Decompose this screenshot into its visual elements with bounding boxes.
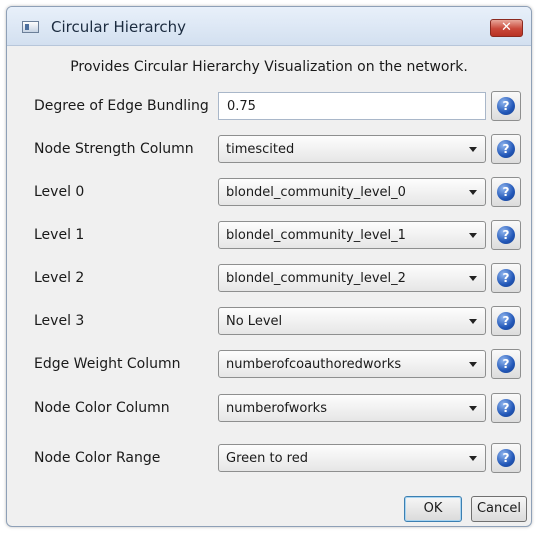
field-row-edge-bundling: Degree of Edge Bundling ? [7,91,531,121]
window-app-icon [22,21,39,33]
level-1-select[interactable]: blondel_community_level_1 [218,221,486,249]
level-2-label: Level 2 [34,270,85,286]
level-2-help-button[interactable]: ? [491,263,521,293]
field-row-node-strength: Node Strength Column timescited ? [7,134,531,164]
node-strength-value: timescited [226,142,295,157]
help-icon: ? [497,449,515,467]
node-color-column-help-button[interactable]: ? [491,393,521,423]
node-color-column-label: Node Color Column [34,400,170,416]
ok-button[interactable]: OK [404,496,462,522]
field-row-level-0: Level 0 blondel_community_level_0 ? [7,177,531,207]
node-color-range-value: Green to red [226,451,308,466]
level-3-label: Level 3 [34,313,85,329]
chevron-down-icon [469,147,477,152]
node-strength-help-button[interactable]: ? [491,134,521,164]
chevron-down-icon [469,190,477,195]
edge-weight-label: Edge Weight Column [34,356,181,372]
title-bar[interactable]: Circular Hierarchy ✕ [7,7,531,46]
help-icon: ? [497,399,515,417]
help-icon: ? [497,140,515,158]
field-row-node-color-range: Node Color Range Green to red ? [7,443,531,473]
edge-weight-select[interactable]: numberofcoauthoredworks [218,350,486,378]
close-button[interactable]: ✕ [490,19,523,37]
edge-bundling-help-button[interactable]: ? [491,91,521,121]
node-color-range-label: Node Color Range [34,450,161,466]
help-icon: ? [497,269,515,287]
level-2-value: blondel_community_level_2 [226,271,406,286]
level-1-help-button[interactable]: ? [491,220,521,250]
level-1-value: blondel_community_level_1 [226,228,406,243]
dialog-description: Provides Circular Hierarchy Visualizatio… [70,59,468,75]
level-3-select[interactable]: No Level [218,307,486,335]
field-row-level-3: Level 3 No Level ? [7,306,531,336]
node-strength-select[interactable]: timescited [218,135,486,163]
level-0-help-button[interactable]: ? [491,177,521,207]
help-icon: ? [497,226,515,244]
field-row-level-2: Level 2 blondel_community_level_2 ? [7,263,531,293]
level-3-help-button[interactable]: ? [491,306,521,336]
chevron-down-icon [469,456,477,461]
level-3-value: No Level [226,314,283,329]
level-2-select[interactable]: blondel_community_level_2 [218,264,486,292]
window-title: Circular Hierarchy [51,18,187,36]
node-color-range-help-button[interactable]: ? [491,443,521,473]
node-color-column-select[interactable]: numberofworks [218,394,486,422]
cancel-button[interactable]: Cancel [471,496,527,522]
chevron-down-icon [469,233,477,238]
edge-weight-value: numberofcoauthoredworks [226,357,402,372]
help-icon: ? [497,97,515,115]
chevron-down-icon [469,362,477,367]
field-row-edge-weight: Edge Weight Column numberofcoauthoredwor… [7,349,531,379]
field-row-node-color-column: Node Color Column numberofworks ? [7,393,531,423]
level-0-label: Level 0 [34,184,85,200]
node-color-range-select[interactable]: Green to red [218,444,486,472]
level-0-select[interactable]: blondel_community_level_0 [218,178,486,206]
help-icon: ? [497,183,515,201]
field-row-level-1: Level 1 blondel_community_level_1 ? [7,220,531,250]
chevron-down-icon [469,276,477,281]
level-1-label: Level 1 [34,227,85,243]
circular-hierarchy-dialog: Circular Hierarchy ✕ Provides Circular H… [6,6,532,527]
edge-weight-help-button[interactable]: ? [491,349,521,379]
edge-bundling-input[interactable] [218,92,486,120]
chevron-down-icon [469,406,477,411]
node-strength-label: Node Strength Column [34,141,194,157]
chevron-down-icon [469,319,477,324]
level-0-value: blondel_community_level_0 [226,185,406,200]
help-icon: ? [497,355,515,373]
node-color-column-value: numberofworks [226,401,327,416]
edge-bundling-label: Degree of Edge Bundling [34,98,209,114]
help-icon: ? [497,312,515,330]
